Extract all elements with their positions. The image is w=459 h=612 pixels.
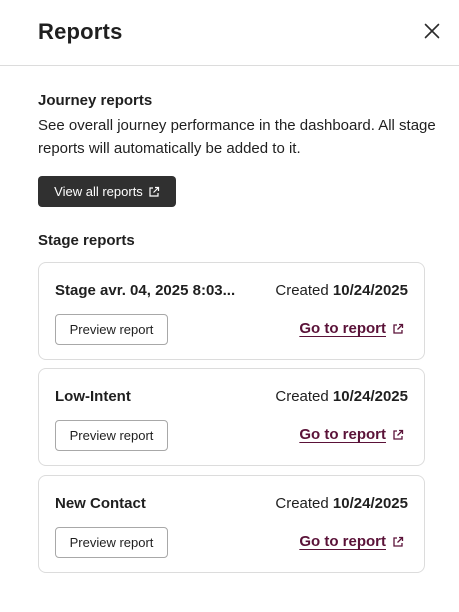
journey-reports-description: See overall journey performance in the d… — [38, 117, 436, 157]
close-button[interactable] — [420, 20, 444, 44]
stage-report-card: Stage avr. 04, 2025 8:03... Created 10/2… — [38, 262, 425, 360]
stage-name: New Contact — [55, 495, 146, 512]
created-date: 10/24/2025 — [332, 388, 408, 405]
preview-report-button[interactable]: Preview report — [55, 527, 168, 558]
preview-report-button[interactable]: Preview report — [55, 314, 168, 345]
go-to-report-label: Go to report — [299, 533, 386, 550]
created-date: 10/24/2025 — [332, 495, 408, 512]
panel-header: Reports — [0, 0, 459, 66]
stage-name: Low-Intent — [55, 388, 131, 405]
go-to-report-link[interactable]: Go to report — [299, 320, 404, 337]
stage-report-card: Low-Intent Created 10/24/2025 Preview re… — [38, 368, 425, 466]
go-to-report-link[interactable]: Go to report — [299, 426, 404, 443]
panel-title: Reports — [38, 19, 123, 44]
created-date: 10/24/2025 — [332, 282, 408, 299]
external-link-icon — [148, 186, 160, 198]
stage-name: Stage avr. 04, 2025 8:03... — [55, 282, 236, 299]
stage-report-card: New Contact Created 10/24/2025 Preview r… — [38, 475, 425, 573]
reports-panel: Reports Journey reports See overall jour… — [0, 0, 459, 612]
created-label: Created — [275, 495, 329, 512]
preview-report-button[interactable]: Preview report — [55, 420, 168, 451]
external-link-icon — [392, 323, 404, 335]
created-info: Created 10/24/2025 — [275, 282, 408, 299]
view-all-reports-button[interactable]: View all reports — [38, 176, 176, 207]
close-icon — [424, 23, 440, 42]
go-to-report-label: Go to report — [299, 320, 386, 337]
journey-reports-heading: Journey reports — [38, 92, 153, 109]
created-info: Created 10/24/2025 — [275, 495, 408, 512]
created-info: Created 10/24/2025 — [275, 388, 408, 405]
created-label: Created — [275, 388, 329, 405]
external-link-icon — [392, 536, 404, 548]
view-all-reports-label: View all reports — [54, 184, 143, 199]
stage-reports-heading: Stage reports — [38, 232, 135, 249]
go-to-report-label: Go to report — [299, 426, 386, 443]
created-label: Created — [275, 282, 329, 299]
go-to-report-link[interactable]: Go to report — [299, 533, 404, 550]
external-link-icon — [392, 429, 404, 441]
